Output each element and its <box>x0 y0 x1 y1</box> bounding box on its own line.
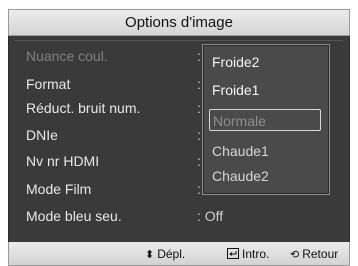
menu-title: Options d'image <box>8 9 350 36</box>
dropdown-option-chaude1[interactable]: Chaude1 <box>209 140 321 162</box>
return-label: Retour <box>302 247 339 261</box>
menu-item-value: : <box>197 127 201 143</box>
menu-item-reduct-bruit[interactable]: Réduct. bruit num. <box>26 98 140 118</box>
dropdown-option-froide2[interactable]: Froide2 <box>209 51 321 73</box>
move-label: Dépl. <box>157 247 186 261</box>
menu-item-dnie[interactable]: DNIe <box>26 125 58 145</box>
enter-label: Intro. <box>242 247 270 261</box>
picture-options-osd: Options d'image Nuance coul. : Format : … <box>0 0 358 266</box>
up-down-arrows-icon: ⬍ <box>145 249 155 261</box>
menu-item-value: : <box>197 76 201 92</box>
menu-item-format[interactable]: Format <box>26 74 70 94</box>
return-icon: ⟲ <box>290 249 300 261</box>
return-hint: ⟲ Retour <box>290 246 338 262</box>
dropdown-option-normale[interactable]: Normale <box>209 109 321 131</box>
menu-item-nv-nr-hdmi[interactable]: Nv nr HDMI <box>26 151 99 171</box>
menu-item-value: : <box>197 181 201 197</box>
menu-panel: Nuance coul. : Format : Réduct. bruit nu… <box>8 36 350 242</box>
menu-item-value: : <box>197 100 201 116</box>
enter-hint: Intro. <box>227 246 269 262</box>
menu-item-value: : Off <box>197 208 224 224</box>
menu-item-mode-bleu-seu[interactable]: Mode bleu seu. <box>26 206 122 226</box>
dropdown-option-chaude2[interactable]: Chaude2 <box>209 165 321 187</box>
color-tone-dropdown: Froide2 Froide1 Normale Chaude1 Chaude2 <box>202 44 330 195</box>
footer-hint-bar: ⬍ Dépl. Intro. ⟲ Retour <box>8 242 350 266</box>
menu-item-mode-film[interactable]: Mode Film <box>26 179 91 199</box>
move-hint: ⬍ Dépl. <box>145 246 185 262</box>
divider <box>15 40 343 41</box>
enter-icon <box>227 247 239 263</box>
dropdown-option-froide1[interactable]: Froide1 <box>209 79 321 101</box>
menu-item-nuance-coul[interactable]: Nuance coul. <box>26 46 108 66</box>
menu-item-value: : <box>197 48 201 64</box>
menu-item-value: : <box>197 153 201 169</box>
